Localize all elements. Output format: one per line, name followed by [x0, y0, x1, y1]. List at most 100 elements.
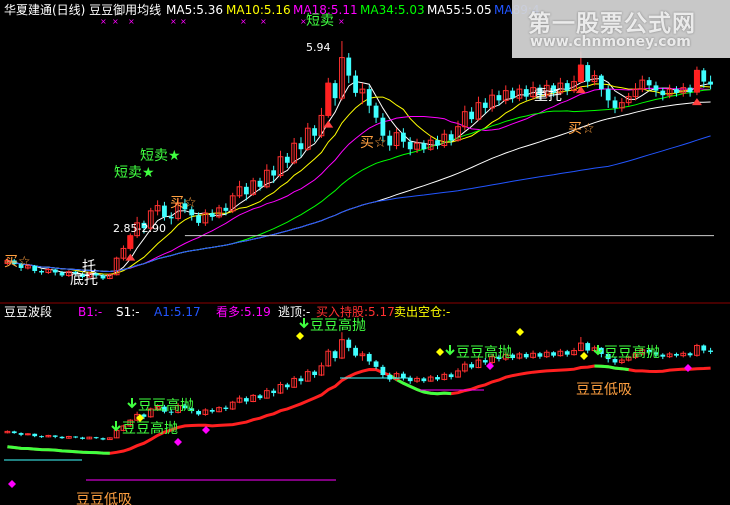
lower-candle-body	[469, 364, 475, 368]
lower-candle-body	[674, 353, 679, 356]
candle-body	[366, 89, 372, 106]
signal-marker-icon	[8, 480, 16, 488]
lower-annotation: 豆豆低吸	[76, 492, 132, 505]
lower-candle-body	[373, 361, 379, 367]
lower-candle-body	[59, 436, 65, 439]
lower-candle-body	[387, 375, 393, 380]
lower-candle-body	[257, 395, 263, 399]
candle-body	[598, 75, 604, 90]
sell-arrow-icon	[127, 398, 137, 409]
candle-body	[435, 140, 440, 146]
header-marker: ×	[180, 17, 187, 26]
lower-candle-body	[100, 438, 106, 440]
upper-annotation: 5.94	[306, 41, 331, 54]
buy-arrow-icon	[323, 120, 334, 128]
lower-candle-body	[39, 436, 44, 438]
lower-title: 豆豆波段	[4, 304, 52, 319]
upper-annotation: 短卖	[306, 13, 334, 29]
chart-canvas[interactable]: 华夏建通(日线) 豆豆御用均线 MA5:5.36 MA10:5.16 MA18:5.1…	[0, 0, 730, 505]
header-marker: ×	[100, 17, 107, 26]
candle-body	[687, 87, 693, 93]
candle-body	[243, 186, 249, 195]
lower-candle-body	[11, 431, 17, 434]
signal-marker-icon	[296, 332, 304, 340]
ma-label-1: MA10:5.16	[226, 3, 291, 17]
ma5-line	[7, 78, 711, 277]
lower-annotation: 豆豆高抛	[604, 344, 660, 361]
candle-body	[653, 85, 659, 91]
lower-label-3: 看多:5.19	[216, 305, 271, 319]
lower-candle-body	[243, 398, 249, 402]
candle-body	[421, 143, 427, 150]
lower-candle-body	[284, 384, 290, 388]
candle-body	[223, 207, 229, 211]
signal-candle	[693, 70, 700, 93]
lower-candle-body	[400, 373, 406, 378]
lower-annotation: 豆豆高抛	[138, 397, 194, 414]
candle-body	[496, 95, 502, 101]
header-marker: ×	[260, 17, 267, 26]
candle-body	[708, 81, 713, 85]
candle-body	[312, 128, 318, 136]
upper-annotation: 2.85-2.90	[113, 222, 166, 235]
lower-candle-body	[353, 347, 358, 356]
upper-annotation: 买☆	[360, 135, 387, 151]
watermark: 第一股票公式网 www.chnmoney.com	[512, 0, 730, 58]
candle-body	[39, 270, 44, 273]
lower-candle-body	[523, 353, 529, 358]
ma55-line	[7, 101, 711, 273]
lower-candle-body	[32, 433, 38, 437]
header-marker: ×	[170, 17, 177, 26]
candle-body	[298, 143, 304, 150]
lower-annotation: 豆豆高抛	[310, 317, 366, 334]
ma89-line	[7, 135, 711, 273]
ma-label-4: MA55:5.05	[427, 3, 492, 17]
lower-candle-body	[271, 390, 277, 394]
lower-candle-body	[80, 437, 85, 439]
candle-body	[701, 70, 707, 82]
buy-arrow-icon	[575, 86, 586, 94]
candle-body	[196, 215, 201, 223]
buy-arrow-icon	[691, 98, 702, 106]
lower-candle-body	[312, 371, 318, 376]
candle-body	[612, 100, 618, 108]
candle-body	[387, 135, 393, 146]
watermark-url: www.chnmoney.com	[530, 34, 691, 50]
candle-body	[209, 213, 215, 217]
ma-label-3: MA34:5.03	[360, 3, 425, 17]
lower-candle-body	[421, 378, 427, 382]
lower-candle-body	[196, 411, 201, 415]
sell-arrow-icon	[111, 421, 121, 432]
lower-candle-body	[366, 353, 372, 362]
signal-marker-icon	[486, 362, 494, 370]
candle-body	[510, 90, 515, 99]
candle-body	[448, 134, 454, 141]
upper-annotation-extra: 重托	[534, 88, 562, 104]
band-line-green	[594, 364, 629, 372]
lower-candle-body	[346, 339, 352, 348]
signal-candle	[325, 83, 332, 116]
signal-candle	[577, 65, 584, 82]
lower-candle-body	[564, 351, 570, 355]
lower-label-4: 逃顶:-	[278, 305, 310, 319]
ma34-line	[7, 89, 711, 273]
band-line-green	[7, 445, 110, 455]
candle-body	[52, 269, 58, 273]
lower-candle-body	[73, 436, 79, 438]
lower-candle-body	[537, 353, 543, 357]
band-line	[7, 364, 711, 455]
lower-candle-body	[708, 350, 713, 352]
candle-body	[482, 102, 488, 108]
candle-body	[646, 80, 652, 86]
candle-body	[100, 275, 106, 279]
lower-label-1: S1:-	[116, 305, 140, 319]
candle-body	[257, 180, 263, 187]
lower-candle-body	[585, 343, 591, 351]
lower-candle-body	[209, 410, 215, 412]
candle-body	[564, 83, 570, 91]
signal-marker-icon	[684, 364, 692, 372]
lower-annotation: 豆豆低吸	[576, 382, 632, 398]
lower-label-5: 买入持股:5.17	[316, 304, 395, 319]
signal-marker-icon	[436, 348, 444, 356]
lower-candle-body	[435, 377, 440, 380]
